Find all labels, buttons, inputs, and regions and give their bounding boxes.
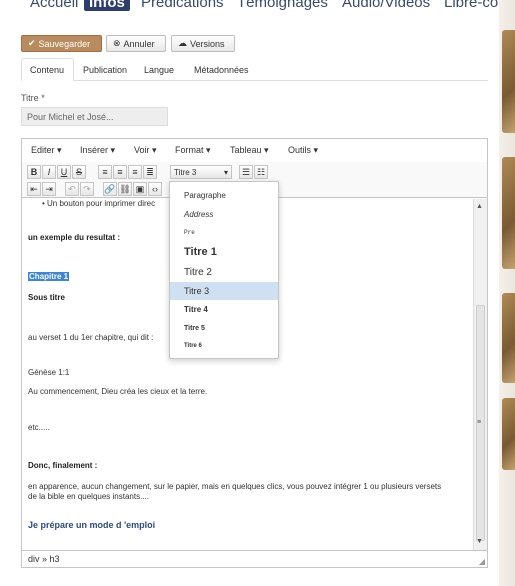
title-field[interactable]: Pour Michel et José... xyxy=(21,107,168,126)
title-label: Titre * xyxy=(21,93,45,103)
numbered-list-icon[interactable]: ☷ xyxy=(254,165,268,179)
resize-handle-icon[interactable]: ◢ xyxy=(479,557,485,566)
selected-heading: Chapitre 1 xyxy=(28,272,70,281)
tab-metadonnees[interactable]: Métadonnées xyxy=(186,58,257,81)
strikethrough-button[interactable]: S xyxy=(72,165,86,179)
format-option-paragraphe[interactable]: Paragraphe xyxy=(170,187,278,203)
menu-format-label: Format xyxy=(175,145,204,155)
element-path: div » h3 xyxy=(28,554,60,564)
image-icon[interactable]: ▣ xyxy=(133,182,147,196)
side-image-tile xyxy=(502,293,515,383)
link-icon[interactable]: 🔗 xyxy=(103,182,117,196)
content-text: Donc, finalement : xyxy=(28,461,98,470)
content-verse: Au commencement, Dieu créa les cieux et … xyxy=(28,387,208,396)
nav-temoignages[interactable]: Témoignages xyxy=(237,0,328,11)
save-button[interactable]: ✔ Sauvegarder xyxy=(21,35,102,52)
format-option-titre-4[interactable]: Titre 4 xyxy=(170,301,278,317)
caret-down-icon: ▾ xyxy=(223,167,228,177)
nav-predications[interactable]: Prédications xyxy=(141,0,224,11)
format-dropdown: Paragraphe Address Pre Titre 1 Titre 2 T… xyxy=(169,181,279,359)
format-option-titre-5[interactable]: Titre 5 xyxy=(170,320,278,336)
align-left-icon[interactable]: ≡ xyxy=(98,165,112,179)
menu-inserer-label: Insérer xyxy=(80,145,109,155)
cloud-icon: ☁ xyxy=(178,38,187,48)
align-center-icon[interactable]: ≡ xyxy=(113,165,127,179)
outdent-icon[interactable]: ⇤ xyxy=(27,182,41,196)
content-text: etc..... xyxy=(28,423,50,432)
format-select-value: Titre 3 xyxy=(174,167,197,177)
content-text: au verset 1 du 1er chapitre, qui dit : xyxy=(28,333,154,342)
check-icon: ✔ xyxy=(28,38,36,48)
content-subtitle: Sous titre xyxy=(28,293,65,302)
nav-infos[interactable]: Infos xyxy=(84,0,130,11)
menu-editer[interactable]: Editer ▾ xyxy=(31,145,62,156)
menu-editer-label: Editer xyxy=(31,145,55,155)
bullet-list-icon[interactable]: ☰ xyxy=(239,165,253,179)
code-icon[interactable]: ‹› xyxy=(148,182,162,196)
menu-tableau-label: Tableau xyxy=(230,145,262,155)
format-option-titre-1[interactable]: Titre 1 xyxy=(170,242,278,262)
tab-contenu[interactable]: Contenu xyxy=(21,58,74,81)
title-label-text: Titre xyxy=(21,93,39,103)
format-option-titre-2[interactable]: Titre 2 xyxy=(170,263,278,281)
content-reference: Génèse 1:1 xyxy=(28,368,70,377)
required-mark: * xyxy=(41,93,45,103)
tabs-bar: Contenu Publication Langue Métadonnées xyxy=(21,58,488,81)
format-select[interactable]: Titre 3 ▾ xyxy=(170,165,232,179)
unlink-icon[interactable]: ⛓ xyxy=(118,182,132,196)
content-bullet-text: Un bouton pour imprimer direc xyxy=(47,199,156,208)
format-option-address[interactable]: Address xyxy=(170,206,278,222)
menu-format[interactable]: Format ▾ xyxy=(175,145,211,156)
content-paragraph: en apparence, aucun changement, sur le p… xyxy=(28,482,442,491)
indent-icon[interactable]: ⇥ xyxy=(42,182,56,196)
editor-statusbar: div » h3 ◢ xyxy=(22,550,487,567)
format-option-titre-6[interactable]: Titre 6 xyxy=(170,339,278,353)
versions-label: Versions xyxy=(190,38,225,49)
close-circle-icon: ⊗ xyxy=(113,38,121,48)
menu-outils-label: Outils xyxy=(288,145,312,155)
content-paragraph: de la bible en quelques instants.... xyxy=(28,492,149,501)
nav-accueil[interactable]: Accueil xyxy=(30,0,78,11)
side-image-tile xyxy=(502,30,515,133)
content-final-heading: Je prépare un mode d 'emploi xyxy=(28,520,156,530)
cancel-button[interactable]: ⊗ Annuler xyxy=(106,35,166,52)
top-navigation: Accueil Infos Prédications Témoignages A… xyxy=(0,0,515,14)
undo-icon[interactable]: ↶ xyxy=(65,182,79,196)
align-right-icon[interactable]: ≡ xyxy=(128,165,142,179)
format-option-pre[interactable]: Pre xyxy=(170,225,278,239)
underline-button[interactable]: U xyxy=(57,165,71,179)
format-option-titre-3[interactable]: Titre 3 xyxy=(170,282,278,300)
menu-inserer[interactable]: Insérer ▾ xyxy=(80,145,115,156)
bold-button[interactable]: B xyxy=(27,165,41,179)
content-bullet: • Un bouton pour imprimer direc xyxy=(42,199,156,208)
cancel-label: Annuler xyxy=(123,38,155,49)
scroll-up-icon[interactable]: ▲ xyxy=(476,203,483,210)
save-label: Sauvegarder xyxy=(38,38,91,49)
menu-outils[interactable]: Outils ▾ xyxy=(288,145,318,156)
editor-menubar: Editer ▾ Insérer ▾ Voir ▾ Format ▾ Table… xyxy=(22,139,487,162)
menu-tableau[interactable]: Tableau ▾ xyxy=(230,145,269,156)
redo-icon[interactable]: ↷ xyxy=(80,182,94,196)
italic-button[interactable]: I xyxy=(42,165,56,179)
side-image-tile xyxy=(502,398,515,470)
editor-scrollbar[interactable]: ▲ ≡ ▼ xyxy=(473,199,487,550)
align-justify-icon[interactable]: ≣ xyxy=(143,165,157,179)
menu-voir-label: Voir xyxy=(134,145,150,155)
tab-langue[interactable]: Langue xyxy=(136,58,182,81)
content-text: un exemple du resultat : xyxy=(28,233,121,242)
scroll-down-icon[interactable]: ▼ xyxy=(476,538,483,545)
menu-voir[interactable]: Voir ▾ xyxy=(134,145,157,156)
tab-publication[interactable]: Publication xyxy=(75,58,135,81)
side-image-tile xyxy=(502,157,515,269)
versions-button[interactable]: ☁ Versions xyxy=(171,35,235,52)
grip-icon: ≡ xyxy=(477,419,482,426)
nav-audio-videos[interactable]: Audio/Vidéos xyxy=(342,0,430,11)
